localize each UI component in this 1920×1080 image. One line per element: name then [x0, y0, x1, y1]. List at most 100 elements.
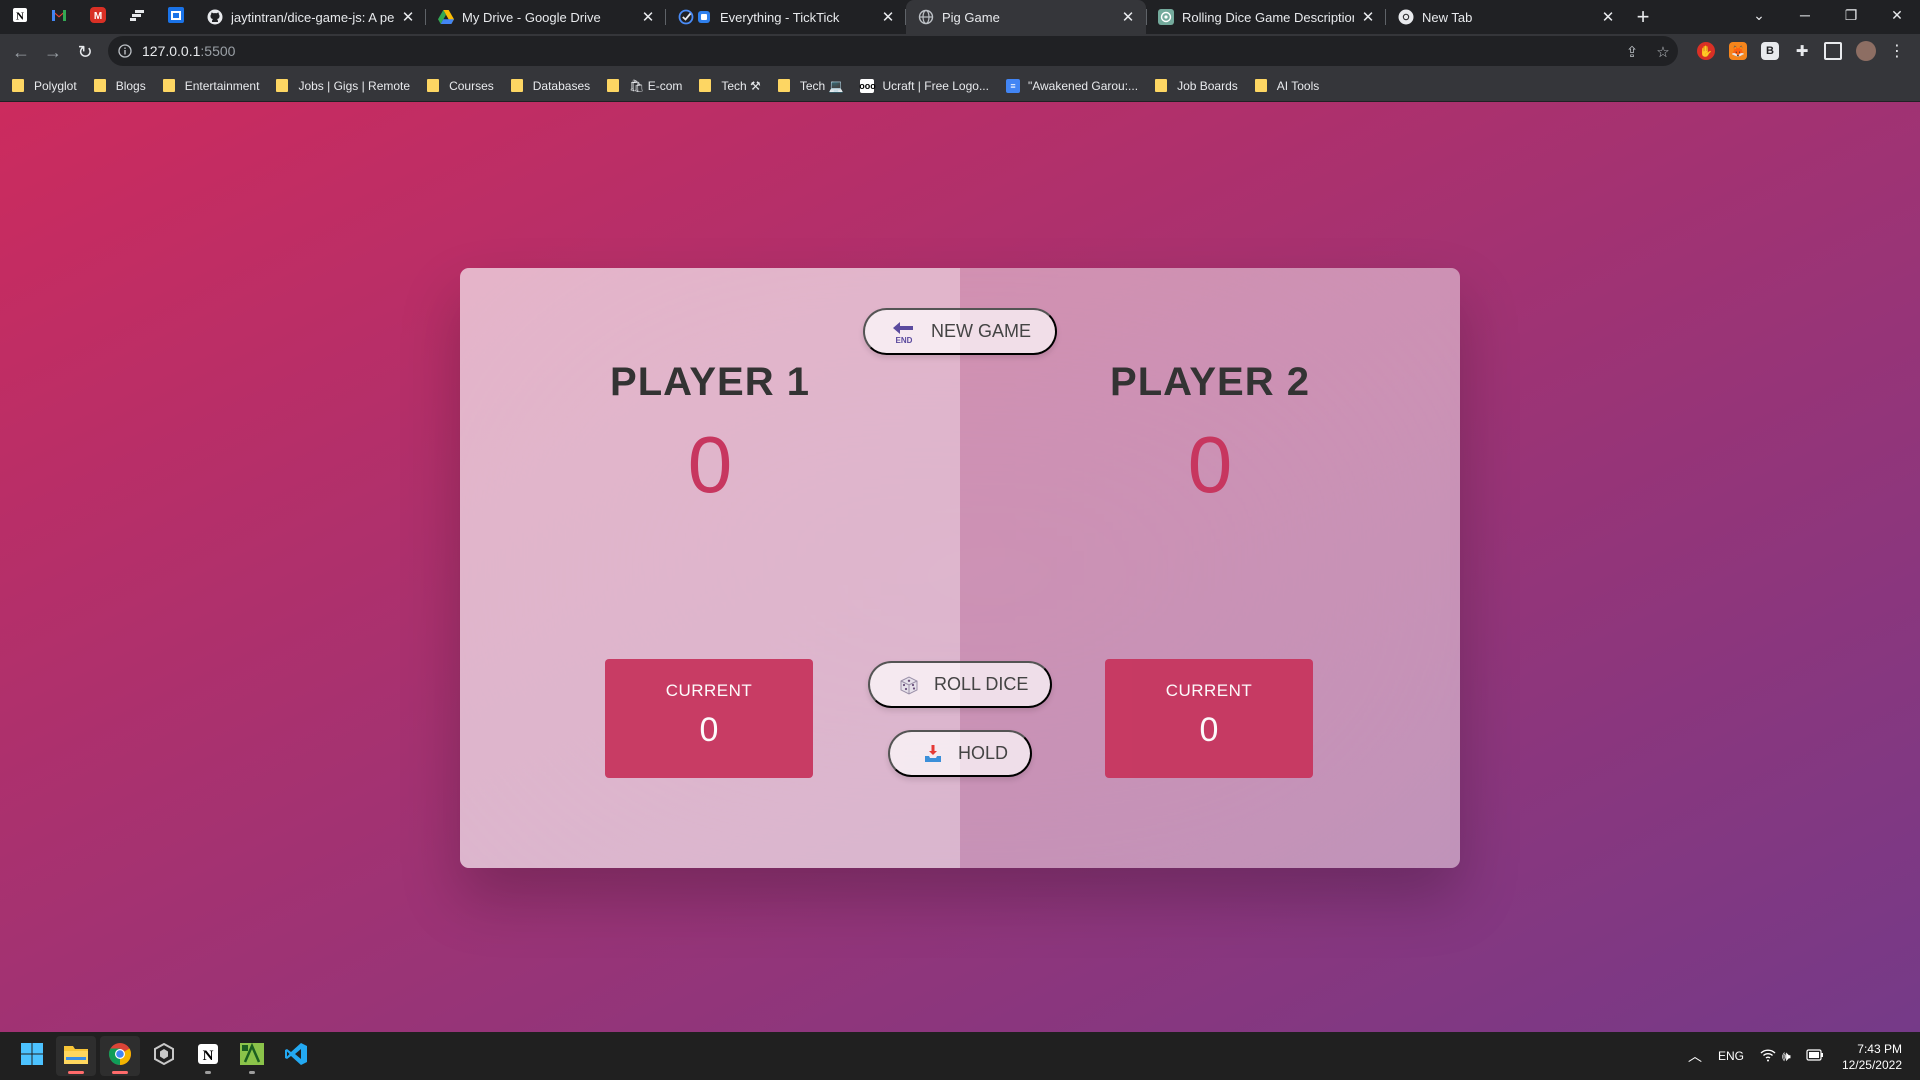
close-window-button[interactable]: ✕ [1874, 0, 1920, 30]
extension-red-icon[interactable]: ✋ [1697, 42, 1715, 60]
ticktick-icon [678, 9, 712, 25]
bookmark-awakened-garou[interactable]: ≡ "Awakened Garou:... [1005, 78, 1138, 93]
taskbar-android-studio[interactable] [232, 1036, 272, 1076]
tab-google-drive[interactable]: My Drive - Google Drive ✕ [426, 0, 666, 34]
globe-icon [918, 9, 934, 25]
puzzle-icon[interactable]: ✚ [1793, 42, 1811, 60]
folder-icon [12, 79, 24, 92]
tray-chevron[interactable]: ︿ [1688, 1032, 1702, 1080]
bookmark-polyglot[interactable]: Polyglot [12, 79, 77, 93]
minimize-button[interactable]: ─ [1782, 0, 1828, 30]
wifi-indicator[interactable] [1760, 1032, 1776, 1080]
tab-github[interactable]: jaytintran/dice-game-js: A perso ✕ [195, 0, 426, 34]
pinned-tab-mail[interactable]: M [78, 0, 117, 34]
taskbar-vscode[interactable] [276, 1036, 316, 1076]
close-icon[interactable]: ✕ [1600, 9, 1616, 26]
tab-pig-game[interactable]: Pig Game ✕ [906, 0, 1146, 34]
language-indicator[interactable]: ENG [1718, 1032, 1744, 1080]
inbox-tray-icon [922, 743, 944, 765]
share-icon[interactable]: ⇪ [1623, 43, 1641, 61]
bookmark-blogs[interactable]: Blogs [93, 79, 146, 93]
bookmark-tech-tools[interactable]: Tech ⚒ [699, 79, 761, 93]
close-icon[interactable]: ✕ [640, 9, 656, 26]
bookmark-databases[interactable]: Databases [510, 79, 590, 93]
roll-dice-button[interactable]: Roll dice [868, 661, 1052, 708]
hold-button[interactable]: Hold [888, 730, 1032, 777]
bookmark-courses[interactable]: Courses [427, 79, 494, 93]
star-icon[interactable]: ☆ [1654, 43, 1672, 61]
folder-icon [699, 79, 712, 92]
svg-text:N: N [203, 1048, 214, 1064]
taskbar-app[interactable] [144, 1036, 184, 1076]
wifi-icon [1760, 1048, 1776, 1065]
system-clock[interactable]: 7:43 PM 12/25/2022 [1842, 1041, 1902, 1073]
player-1-current-box: Current 0 [605, 659, 813, 778]
bookmark-ai-tools[interactable]: AI Tools [1254, 79, 1319, 93]
folder-icon [1155, 79, 1168, 92]
end-arrow-icon: END [891, 319, 917, 345]
folder-icon [93, 79, 106, 92]
game-board: Player 1 0 Current 0 Player 2 0 Current … [460, 268, 1460, 868]
more-menu-icon[interactable]: ⋮ [1888, 42, 1906, 60]
extension-b-icon[interactable]: B [1761, 42, 1779, 60]
player-1-current-score: 0 [699, 711, 719, 749]
bookmark-tech-laptop[interactable]: Tech 💻 [777, 79, 843, 93]
forward-button[interactable]: → [37, 36, 69, 68]
player-2-current-label: Current [1165, 681, 1253, 700]
pinned-tab-calendar[interactable] [156, 0, 195, 34]
pinned-tab-notion[interactable]: N [0, 0, 39, 34]
android-studio-icon [239, 1042, 265, 1071]
taskbar-file-explorer[interactable] [56, 1036, 96, 1076]
bookmark-ecom[interactable]: 🛍 E-com [607, 79, 682, 93]
back-button[interactable]: ← [5, 36, 37, 68]
app-icon [153, 1042, 175, 1070]
notion-icon: N [197, 1043, 219, 1070]
windows-start-icon [20, 1042, 44, 1071]
player-2-name: Player 2 [1110, 360, 1310, 404]
restore-button[interactable]: ❐ [1828, 0, 1874, 30]
folder-icon [162, 79, 175, 92]
svg-text:N: N [16, 10, 24, 22]
arrow-right-icon: → [44, 41, 62, 62]
bookmark-jobs[interactable]: Jobs | Gigs | Remote [276, 79, 410, 93]
reload-button[interactable]: ↻ [69, 36, 101, 68]
start-button[interactable] [12, 1036, 52, 1076]
tab-title: Rolling Dice Game Description [1182, 9, 1354, 25]
pinned-tab-gmail[interactable] [39, 0, 78, 34]
tab-new-tab[interactable]: New Tab ✕ [1386, 0, 1626, 34]
tab-ticktick[interactable]: Everything - TickTick ✕ [666, 0, 906, 34]
bookmark-job-boards[interactable]: Job Boards [1155, 79, 1238, 93]
new-game-button[interactable]: END New game [863, 308, 1057, 355]
taskbar-chrome[interactable] [100, 1036, 140, 1076]
folder-icon [276, 79, 289, 92]
info-icon[interactable] [118, 44, 132, 58]
volume-indicator[interactable]: 🕪 [1782, 1032, 1791, 1080]
google-docs-icon: ≡ [1005, 78, 1020, 93]
bookmark-entertainment[interactable]: Entertainment [162, 79, 259, 93]
side-panel-icon[interactable] [1824, 42, 1842, 60]
address-bar[interactable]: 127.0.0.1:5500 ⇪ ☆ [108, 36, 1678, 66]
player-1-panel: Player 1 0 Current 0 [460, 268, 960, 868]
chrome-icon [108, 1042, 132, 1071]
close-icon[interactable]: ✕ [1360, 9, 1376, 26]
new-tab-button[interactable]: + [1626, 0, 1660, 34]
player-1-current-label: Current [665, 681, 753, 700]
windows-taskbar: N ︿ ENG 🕪 7:43 PM 12/25/2022 [0, 1032, 1920, 1080]
avatar[interactable] [1856, 41, 1876, 61]
tab-search-button[interactable]: ⌄ [1736, 0, 1782, 30]
browser-toolbar: ← → ↻ 127.0.0.1:5500 ⇪ ☆ ✋ 🦊 B ✚ ⋮ [0, 34, 1920, 70]
plus-icon: + [1636, 4, 1650, 29]
battery-indicator[interactable] [1806, 1032, 1824, 1080]
metamask-icon[interactable]: 🦊 [1729, 42, 1747, 60]
taskbar-notion[interactable]: N [188, 1036, 228, 1076]
gmail-icon [51, 8, 67, 27]
pinned-tab-app[interactable] [117, 0, 156, 34]
folder-icon [427, 79, 440, 92]
close-icon[interactable]: ✕ [400, 9, 416, 26]
ucraft-icon: ooo [859, 78, 876, 93]
tab-rolling-dice[interactable]: Rolling Dice Game Description ✕ [1146, 0, 1386, 34]
chevron-up-icon: ︿ [1688, 1048, 1702, 1064]
close-icon[interactable]: ✕ [1120, 9, 1136, 26]
bookmark-ucraft[interactable]: ooo Ucraft | Free Logo... [859, 78, 989, 93]
close-icon[interactable]: ✕ [880, 9, 896, 26]
